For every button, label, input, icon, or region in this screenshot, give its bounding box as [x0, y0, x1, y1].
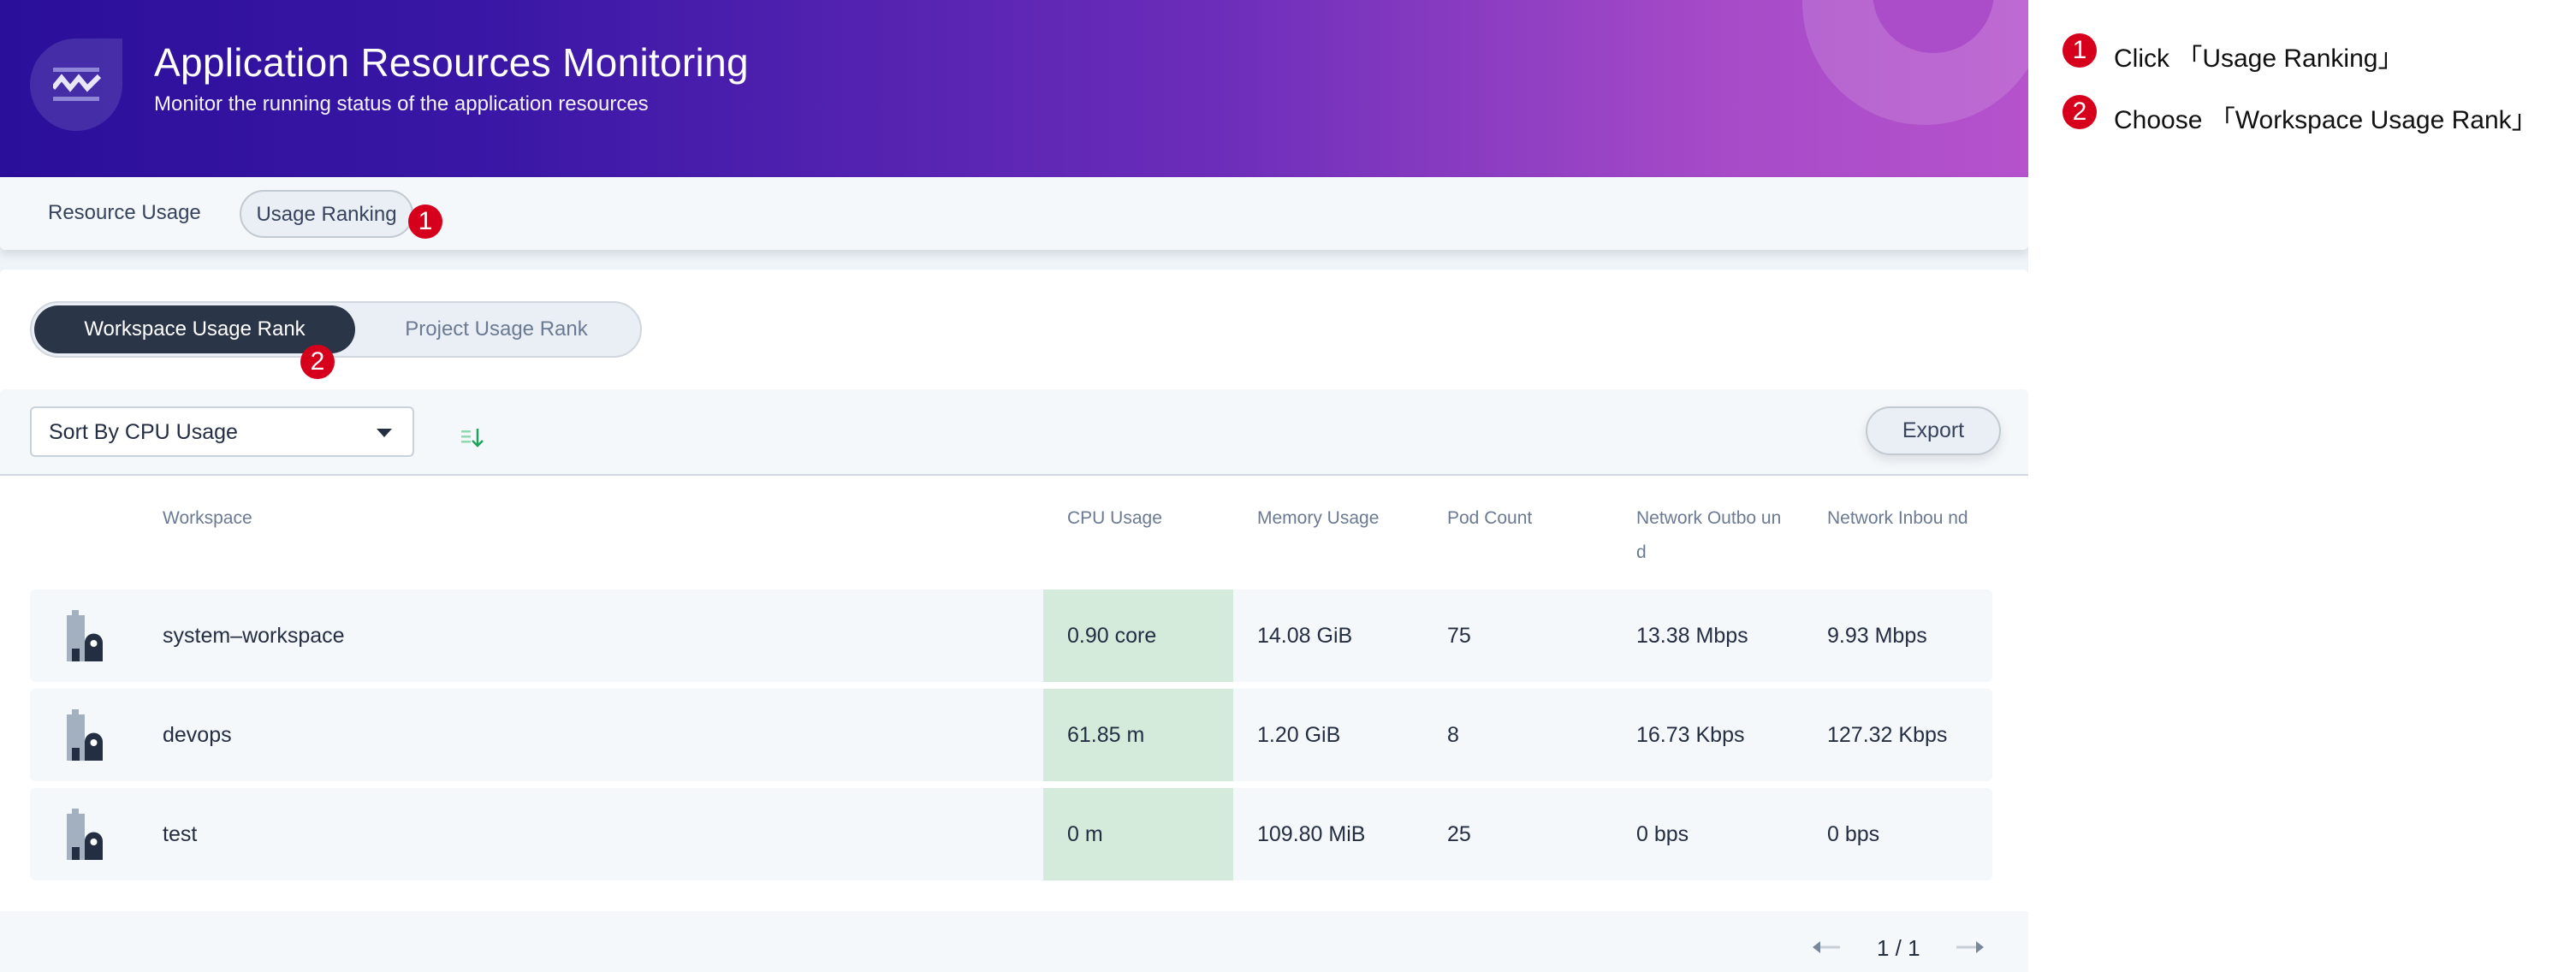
- pod-count-value: 8: [1447, 723, 1459, 747]
- sort-descending-icon[interactable]: [461, 429, 484, 452]
- project-usage-rank-option[interactable]: Project Usage Rank: [355, 305, 638, 353]
- page-subtitle: Monitor the running status of the applic…: [154, 92, 649, 116]
- column-header-network-outbound[interactable]: Network Outbo und: [1636, 501, 1786, 570]
- step-badge-1: 1: [408, 204, 442, 239]
- network-inbound-value: 127.32 Kbps: [1827, 723, 1948, 747]
- workspace-name[interactable]: test: [163, 788, 197, 880]
- workspace-usage-rank-option[interactable]: Workspace Usage Rank: [34, 305, 355, 353]
- step-number-badge: 1: [2063, 33, 2097, 68]
- workspace-icon: [67, 610, 103, 666]
- pod-count-value: 75: [1447, 624, 1471, 648]
- workspace-name[interactable]: devops: [163, 689, 232, 781]
- step-text: Choose 「Workspace Usage Rank」: [2114, 106, 2537, 134]
- tab-usage-ranking[interactable]: Usage Ranking: [240, 190, 413, 238]
- workspace-name[interactable]: system–workspace: [163, 590, 345, 682]
- arrow-left-icon[interactable]: [1813, 940, 1840, 958]
- pagination-bar: 1 / 1: [0, 911, 2028, 972]
- column-header-memory-usage[interactable]: Memory Usage: [1257, 501, 1411, 536]
- rank-type-switch: Workspace Usage Rank Project Usage Rank: [30, 301, 642, 358]
- network-inbound-value: 9.93 Mbps: [1827, 624, 1927, 648]
- table-row[interactable]: system–workspace 0.90 core 14.08 GiB 75 …: [30, 590, 1992, 682]
- network-outbound-value: 0 bps: [1636, 822, 1689, 846]
- cpu-usage-value: 61.85 m: [1067, 723, 1145, 747]
- tab-bar: Resource Usage Usage Ranking: [0, 177, 2028, 250]
- arrow-right-icon[interactable]: [1956, 940, 1984, 958]
- cpu-usage-value: 0 m: [1067, 822, 1103, 846]
- monitoring-wave-icon: [30, 39, 122, 131]
- column-header-pod-count[interactable]: Pod Count: [1447, 501, 1601, 536]
- memory-usage-value: 14.08 GiB: [1257, 624, 1353, 648]
- sort-by-select-value: Sort By CPU Usage: [49, 420, 238, 444]
- network-inbound-value: 0 bps: [1827, 822, 1880, 846]
- column-header-workspace[interactable]: Workspace: [163, 501, 317, 536]
- page-title: Application Resources Monitoring: [154, 40, 749, 85]
- memory-usage-value: 1.20 GiB: [1257, 723, 1341, 747]
- tab-resource-usage[interactable]: Resource Usage: [33, 190, 217, 238]
- app-window: Application Resources Monitoring Monitor…: [0, 0, 2028, 972]
- sort-by-select[interactable]: Sort By CPU Usage: [30, 406, 414, 457]
- pod-count-value: 25: [1447, 822, 1471, 846]
- workspace-icon: [67, 809, 103, 864]
- step-badge-2: 2: [300, 345, 335, 379]
- page-banner: Application Resources Monitoring Monitor…: [0, 0, 2028, 177]
- memory-usage-value: 109.80 MiB: [1257, 822, 1366, 846]
- network-outbound-value: 13.38 Mbps: [1636, 624, 1748, 648]
- caret-down-icon: [377, 429, 392, 437]
- network-outbound-value: 16.73 Kbps: [1636, 723, 1745, 747]
- export-button[interactable]: Export: [1866, 406, 2001, 455]
- instruction-steps: 1 Click 「Usage Ranking」 2 Choose 「Worksp…: [2063, 0, 2576, 188]
- table-row[interactable]: devops 61.85 m 1.20 GiB 8 16.73 Kbps 127…: [30, 689, 1992, 781]
- column-header-network-inbound[interactable]: Network Inbou nd: [1827, 501, 1973, 536]
- page-indicator: 1 / 1: [1877, 935, 1920, 961]
- step-text: Click 「Usage Ranking」: [2114, 44, 2404, 73]
- ranking-toolbar: Sort By CPU Usage Export: [0, 389, 2028, 476]
- table-row[interactable]: test 0 m 109.80 MiB 25 0 bps 0 bps: [30, 788, 1992, 880]
- step-number-badge: 2: [2063, 95, 2097, 129]
- workspace-icon: [67, 709, 103, 765]
- cpu-usage-value: 0.90 core: [1067, 624, 1157, 648]
- column-header-cpu-usage[interactable]: CPU Usage: [1067, 501, 1221, 536]
